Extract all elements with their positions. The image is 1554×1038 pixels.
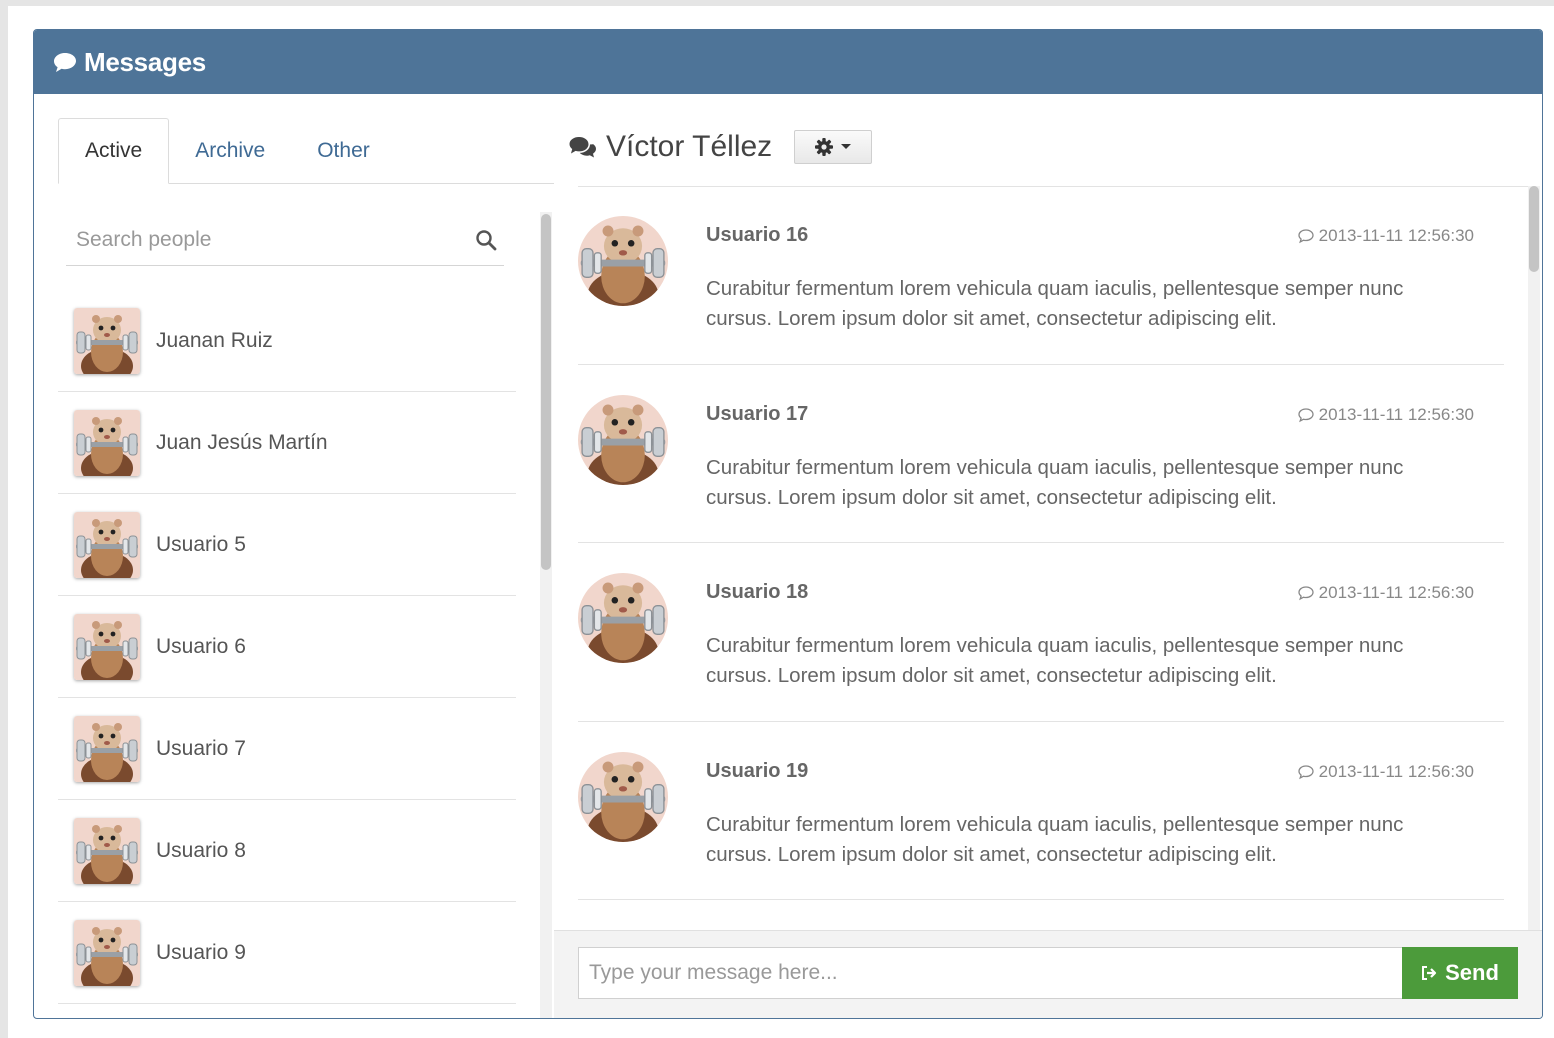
avatar — [578, 395, 668, 485]
avatar — [74, 818, 140, 884]
message-item: Usuario 16 2013-11-11 12:56:30 Curabitur… — [578, 186, 1504, 365]
message-time: 2013-11-11 12:56:30 — [1297, 405, 1474, 425]
message-author: Usuario 16 — [706, 224, 809, 246]
list-item[interactable]: Usuario 9 — [58, 902, 516, 1004]
comment-icon — [1298, 764, 1314, 779]
list-item[interactable]: Usuario 7 — [58, 698, 516, 800]
message-time: 2013-11-11 12:56:30 — [1297, 583, 1474, 603]
search-input[interactable] — [66, 227, 474, 252]
message-author: Usuario 19 — [706, 759, 809, 782]
widget-title: Messages — [84, 46, 206, 77]
sign-in-icon — [1422, 966, 1437, 980]
avatar — [74, 308, 140, 374]
person-name: Usuario 8 — [156, 838, 246, 862]
conversation-title: Víctor Téllez — [606, 130, 773, 163]
message-text: Curabitur fermentum lorem vehicula quam … — [706, 634, 1404, 687]
message-text: Curabitur fermentum lorem vehicula quam … — [706, 812, 1404, 866]
avatar — [74, 614, 140, 680]
message-time: 2013-11-11 12:56:30 — [1297, 226, 1474, 246]
list-item[interactable]: Juanan Ruiz — [58, 290, 516, 392]
message-text: Curabitur fermentum lorem vehicula quam … — [706, 455, 1404, 509]
message-timestamp: 2013-11-11 12:56:30 — [1318, 404, 1474, 424]
message-author: Usuario 17 — [706, 402, 809, 425]
tab-archive[interactable]: Archive — [169, 118, 291, 184]
comments-icon — [569, 137, 596, 158]
message-composer: Send — [554, 930, 1542, 1018]
avatar — [74, 410, 140, 476]
caret-down-icon — [841, 144, 852, 149]
message-list: Usuario 16 2013-11-11 12:56:30 Curabitur… — [578, 186, 1504, 900]
conversation-header: Víctor Téllez — [568, 130, 873, 164]
message-input[interactable] — [578, 947, 1402, 999]
list-item[interactable]: Usuario 6 — [58, 596, 516, 698]
message-timestamp: 2013-11-11 12:56:30 — [1318, 226, 1474, 245]
tab-bar: Active Archive Other — [58, 118, 554, 184]
person-name: Usuario 9 — [156, 940, 246, 964]
message-text: Curabitur fermentum lorem vehicula quam … — [706, 277, 1404, 330]
message-item: Usuario 18 2013-11-11 12:56:30 Curabitur… — [578, 543, 1504, 722]
avatar — [74, 716, 140, 782]
message-timestamp: 2013-11-11 12:56:30 — [1318, 761, 1474, 781]
search-box — [66, 214, 504, 266]
comment-icon — [1298, 407, 1314, 422]
list-item[interactable]: Usuario 5 — [58, 494, 516, 596]
message-timestamp: 2013-11-11 12:56:30 — [1318, 583, 1474, 602]
message-time: 2013-11-11 12:56:30 — [1297, 762, 1474, 782]
message-author: Usuario 18 — [706, 581, 809, 603]
people-scrollbar-thumb[interactable] — [541, 214, 551, 570]
settings-dropdown-button[interactable] — [794, 130, 873, 164]
person-name: Juanan Ruiz — [156, 328, 273, 352]
message-item: Usuario 17 2013-11-11 12:56:30 Curabitur… — [578, 365, 1504, 543]
list-item[interactable]: Usuario 8 — [58, 800, 516, 902]
messages-scrollbar-thumb[interactable] — [1529, 186, 1539, 272]
messages-widget: Messages Active Archive Other Juanan Rui… — [33, 29, 1543, 1019]
avatar — [578, 752, 668, 842]
list-item[interactable]: Juan Jesús Martín — [58, 392, 516, 494]
conversation-panel: Víctor Téllez Usuario 16 2013-11-11 12:5… — [554, 94, 1542, 1018]
widget-header: Messages — [34, 30, 1542, 94]
chat-bubble-icon — [54, 53, 76, 72]
avatar — [74, 512, 140, 578]
message-item: Usuario 19 2013-11-11 12:56:30 Curabitur… — [578, 722, 1504, 900]
person-name: Usuario 5 — [156, 532, 246, 556]
tab-other[interactable]: Other — [291, 118, 396, 184]
comment-icon — [1298, 229, 1314, 244]
person-name: Usuario 7 — [156, 736, 246, 760]
comment-icon — [1298, 586, 1314, 601]
people-list: Juanan Ruiz Juan Jesús Martín Usuario 5 … — [58, 290, 516, 1004]
gear-icon — [815, 138, 834, 156]
avatar — [578, 216, 668, 306]
tab-active[interactable]: Active — [58, 118, 170, 184]
person-name: Usuario 6 — [156, 634, 246, 658]
people-panel: Active Archive Other Juanan Ruiz Juan Je… — [34, 94, 554, 1018]
avatar — [74, 920, 140, 986]
send-button[interactable]: Send — [1402, 947, 1518, 999]
person-name: Juan Jesús Martín — [156, 430, 328, 454]
avatar — [578, 573, 668, 663]
search-icon[interactable] — [474, 228, 498, 252]
send-label: Send — [1445, 960, 1499, 985]
messages-scrollbar-track[interactable] — [1528, 186, 1540, 930]
